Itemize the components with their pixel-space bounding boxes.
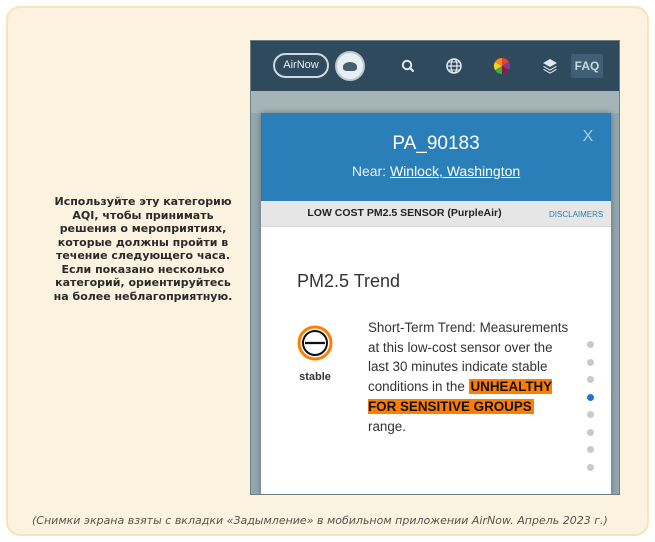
page-dot[interactable] (587, 428, 594, 436)
near-location-link[interactable]: Winlock, Washington (390, 163, 520, 179)
page-indicator (586, 341, 596, 481)
sensor-type-label: LOW COST PM2.5 SENSOR (PurpleAir) (307, 207, 502, 219)
close-icon[interactable]: X (578, 127, 598, 147)
page-dot[interactable] (587, 393, 594, 401)
page-dot[interactable] (587, 358, 594, 366)
modal-header: PA_90183 Near: Winlock, Washington X (261, 113, 611, 201)
sensor-detail-modal: PA_90183 Near: Winlock, Washington X LOW… (261, 113, 611, 494)
page-dot[interactable] (587, 411, 594, 418)
screenshot-caption: (Снимки экрана взяты с вкладки «Задымлен… (32, 514, 608, 527)
page-dot[interactable] (587, 376, 594, 383)
near-location-line: Near: Winlock, Washington (261, 163, 611, 180)
trend-description: Short-Term Trend: Measurements at this l… (368, 318, 573, 436)
trend-icon-label: stable (299, 371, 331, 383)
globe-icon[interactable] (443, 55, 465, 77)
faq-button[interactable]: FAQ (571, 54, 603, 78)
trend-heading: PM2.5 Trend (297, 271, 401, 291)
color-wheel-icon[interactable] (491, 55, 513, 77)
disclaimers-link[interactable]: DISCLAIMERS (549, 209, 603, 220)
fire-smoke-logo-icon[interactable] (335, 51, 365, 81)
instruction-text: Используйте эту категорию AQI, чтобы при… (53, 195, 233, 303)
map-overlay-strip (251, 91, 619, 113)
trend-text-after: range. (368, 418, 406, 434)
page-dot[interactable] (587, 446, 594, 453)
phone-screenshot: AirNow FAQ PA_90183 Near: Winlock, Washi… (250, 40, 620, 495)
sensor-type-bar: LOW COST PM2.5 SENSOR (PurpleAir) DISCLA… (261, 201, 611, 227)
app-bar: AirNow FAQ (251, 41, 619, 91)
near-prefix: Near: (351, 163, 390, 179)
page-dot[interactable] (587, 341, 594, 348)
page-dot[interactable] (587, 463, 594, 471)
stable-trend-icon (297, 325, 333, 361)
airnow-logo[interactable]: AirNow (273, 53, 329, 78)
layers-icon[interactable] (539, 55, 561, 77)
search-icon[interactable] (397, 55, 419, 77)
sensor-id-title: PA_90183 (392, 133, 480, 154)
